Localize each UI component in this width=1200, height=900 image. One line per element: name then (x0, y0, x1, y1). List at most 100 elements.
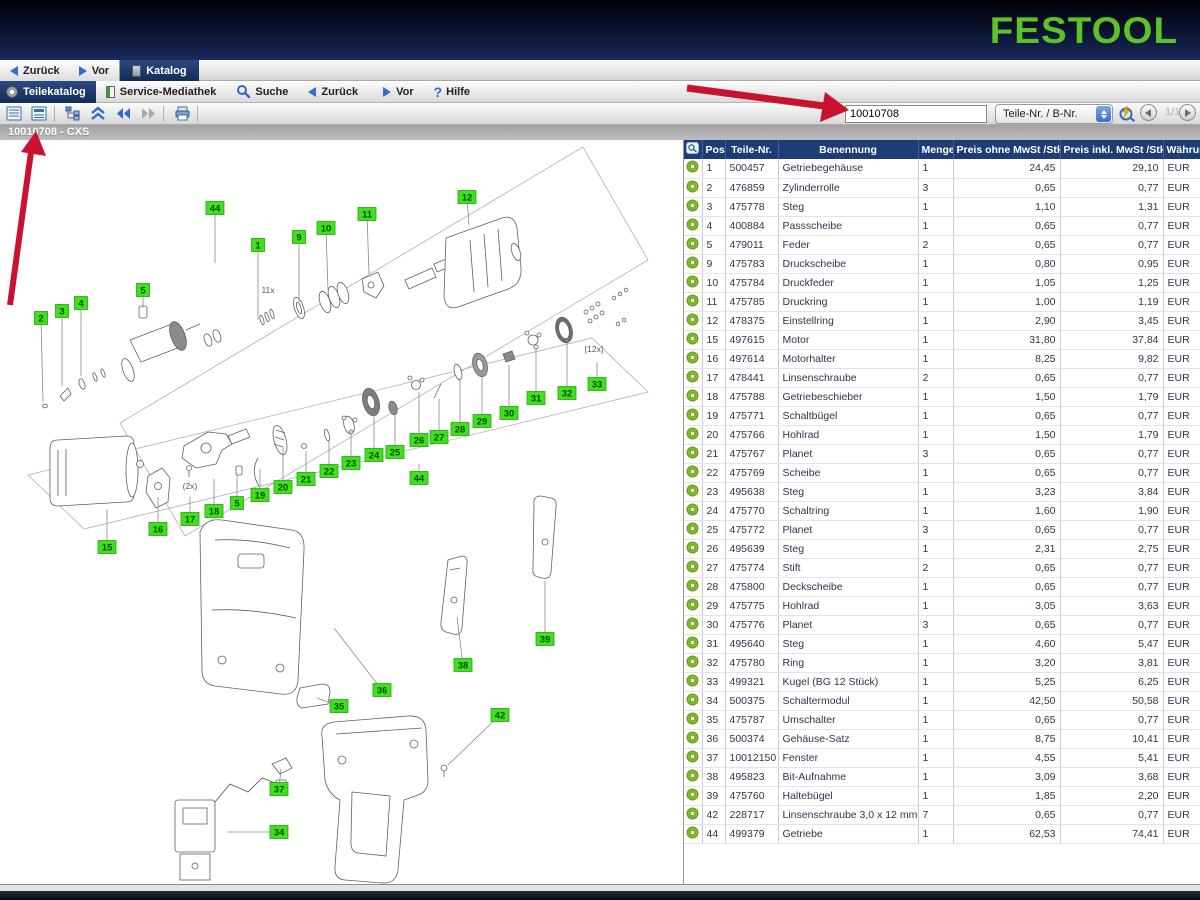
col-header-preis-ohne[interactable]: Preis ohne MwSt /Stk. (953, 140, 1060, 159)
table-row[interactable]: 25475772Planet30,650,77EUR (684, 520, 1200, 539)
part-gear-cell[interactable] (684, 520, 702, 539)
part-gear-icon[interactable] (688, 505, 697, 514)
part-gear-cell[interactable] (684, 634, 702, 653)
part-gear-icon[interactable] (688, 448, 697, 457)
table-row[interactable]: 3475778Steg11,101,31EUR (684, 197, 1200, 216)
part-gear-cell[interactable] (684, 786, 702, 805)
part-gear-icon[interactable] (688, 619, 697, 628)
part-gear-cell[interactable] (684, 178, 702, 197)
part-gear-icon[interactable] (688, 486, 697, 495)
page-next-button[interactable] (1179, 104, 1196, 121)
table-row[interactable]: 27475774Stift20,650,77EUR (684, 558, 1200, 577)
table-row[interactable]: 24475770Schaltring11,601,90EUR (684, 501, 1200, 520)
part-gear-cell[interactable] (684, 216, 702, 235)
part-gear-icon[interactable] (688, 771, 697, 780)
part-gear-icon[interactable] (688, 733, 697, 742)
part-gear-cell[interactable] (684, 197, 702, 216)
part-gear-icon[interactable] (688, 828, 697, 837)
table-row[interactable]: 39475760Haltebügel11,852,20EUR (684, 786, 1200, 805)
part-gear-cell[interactable] (684, 254, 702, 273)
part-gear-cell[interactable] (684, 482, 702, 501)
part-gear-cell[interactable] (684, 710, 702, 729)
part-gear-cell[interactable] (684, 615, 702, 634)
table-row[interactable]: 34500375Schaltermodul142,5050,58EUR (684, 691, 1200, 710)
tab-katalog[interactable]: Katalog (120, 60, 198, 81)
table-row[interactable]: 5479011Feder20,650,77EUR (684, 235, 1200, 254)
table-row[interactable]: 23495638Steg13,233,84EUR (684, 482, 1200, 501)
table-row[interactable]: 30475776Planet30,650,77EUR (684, 615, 1200, 634)
part-gear-icon[interactable] (688, 752, 697, 761)
table-row[interactable]: 18475788Getriebeschieber11,501,79EUR (684, 387, 1200, 406)
part-gear-icon[interactable] (688, 543, 697, 552)
part-gear-icon[interactable] (688, 334, 697, 343)
part-gear-cell[interactable] (684, 463, 702, 482)
search-input[interactable] (845, 105, 987, 123)
table-row[interactable]: 35475787Umschalter10,650,77EUR (684, 710, 1200, 729)
part-gear-cell[interactable] (684, 653, 702, 672)
table-row[interactable]: 11475785Druckring11,001,19EUR (684, 292, 1200, 311)
col-header-pos[interactable]: Pos (702, 140, 725, 159)
view-form-icon[interactable] (28, 104, 50, 123)
part-gear-icon[interactable] (688, 391, 697, 400)
table-row[interactable]: 29475775Hohlrad13,053,63EUR (684, 596, 1200, 615)
table-row[interactable]: 15497615Motor131,8037,84EUR (684, 330, 1200, 349)
service-mediathek-button[interactable]: Service-Mediathek (96, 81, 227, 103)
part-gear-icon[interactable] (688, 372, 697, 381)
search-filter-select[interactable]: Teile-Nr. / B-Nr. (995, 104, 1113, 124)
part-gear-icon[interactable] (688, 353, 697, 362)
hilfe-button[interactable]: ? Hilfe (424, 81, 480, 103)
table-row[interactable]: 1500457Getriebegehäuse124,4529,10EUR (684, 159, 1200, 178)
part-gear-icon[interactable] (688, 695, 697, 704)
part-gear-cell[interactable] (684, 596, 702, 615)
part-gear-icon[interactable] (688, 258, 697, 267)
quick-search-button[interactable] (1118, 105, 1136, 127)
part-gear-icon[interactable] (688, 296, 697, 305)
part-gear-icon[interactable] (688, 562, 697, 571)
part-gear-icon[interactable] (688, 714, 697, 723)
part-gear-cell[interactable] (684, 235, 702, 254)
part-gear-icon[interactable] (688, 410, 697, 419)
part-gear-icon[interactable] (688, 790, 697, 799)
part-gear-cell[interactable] (684, 330, 702, 349)
table-row[interactable]: 4400884Passscheibe10,650,77EUR (684, 216, 1200, 235)
part-gear-icon[interactable] (688, 162, 697, 171)
tab-teilekatalog[interactable]: Teilekatalog (0, 81, 96, 103)
part-gear-cell[interactable] (684, 577, 702, 596)
page-prev-button[interactable] (1140, 104, 1157, 121)
table-row[interactable]: 36500374Gehäuse-Satz18,7510,41EUR (684, 729, 1200, 748)
part-gear-cell[interactable] (684, 691, 702, 710)
table-row[interactable]: 2476859Zylinderrolle30,650,77EUR (684, 178, 1200, 197)
col-header-preis-inkl[interactable]: Preis inkl. MwSt /Stk. (1060, 140, 1163, 159)
table-row[interactable]: 38495823Bit-Aufnahme13,093,68EUR (684, 767, 1200, 786)
tree-view-icon[interactable] (62, 104, 84, 123)
part-gear-cell[interactable] (684, 159, 702, 178)
table-row[interactable]: 12478375Einstellring12,903,45EUR (684, 311, 1200, 330)
part-gear-cell[interactable] (684, 406, 702, 425)
part-gear-icon[interactable] (688, 315, 697, 324)
forward-button[interactable]: Vor (74, 65, 110, 77)
part-gear-cell[interactable] (684, 349, 702, 368)
part-gear-cell[interactable] (684, 387, 702, 406)
image-column-header[interactable] (684, 140, 702, 159)
col-header-menge[interactable]: Menge (918, 140, 953, 159)
part-gear-icon[interactable] (688, 239, 697, 248)
table-row[interactable]: 42228717Linsenschraube 3,0 x 12 mm70,650… (684, 805, 1200, 824)
part-gear-cell[interactable] (684, 368, 702, 387)
table-row[interactable]: 31495640Steg14,605,47EUR (684, 634, 1200, 653)
part-gear-cell[interactable] (684, 425, 702, 444)
table-row[interactable]: 32475780Ring13,203,81EUR (684, 653, 1200, 672)
table-row[interactable]: 44499379Getriebe162,5374,41EUR (684, 824, 1200, 843)
part-gear-icon[interactable] (688, 657, 697, 666)
part-gear-cell[interactable] (684, 767, 702, 786)
part-gear-cell[interactable] (684, 672, 702, 691)
col-header-waehrung[interactable]: Währung (1163, 140, 1200, 159)
table-row[interactable]: 22475769Scheibe10,650,77EUR (684, 463, 1200, 482)
table-row[interactable]: 26495639Steg12,312,75EUR (684, 539, 1200, 558)
part-gear-cell[interactable] (684, 748, 702, 767)
col-header-benennung[interactable]: Benennung (778, 140, 918, 159)
part-gear-cell[interactable] (684, 558, 702, 577)
part-gear-icon[interactable] (688, 524, 697, 533)
table-row[interactable]: 28475800Deckscheibe10,650,77EUR (684, 577, 1200, 596)
table-row[interactable]: 19475771Schaltbügel10,650,77EUR (684, 406, 1200, 425)
table-row[interactable]: 10475784Druckfeder11,051,25EUR (684, 273, 1200, 292)
